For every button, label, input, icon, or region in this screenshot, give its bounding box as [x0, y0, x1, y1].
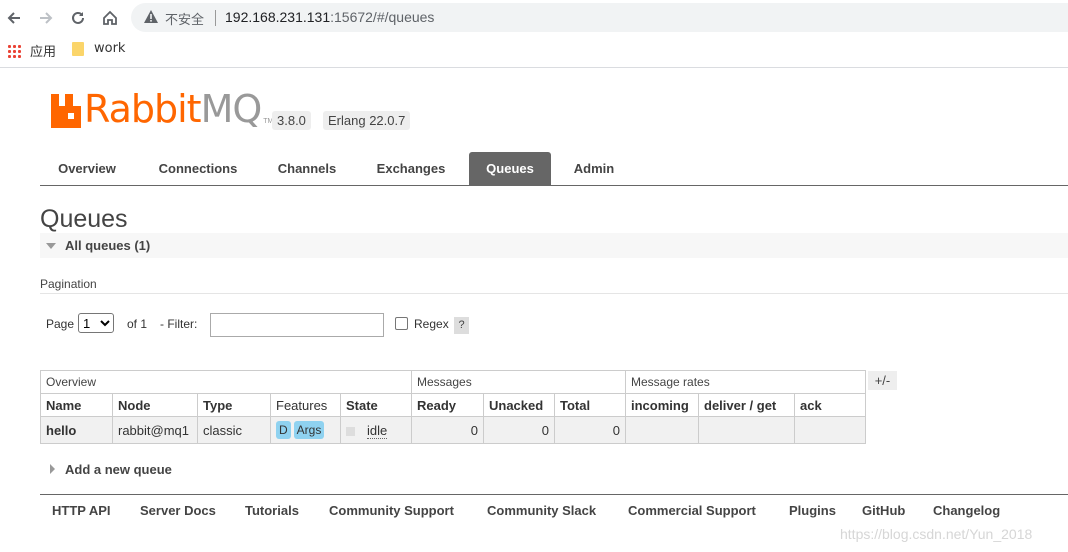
column-header-ready[interactable]: Ready: [411, 393, 484, 417]
tab-exchanges[interactable]: Exchanges: [362, 152, 460, 185]
footer-link-github[interactable]: GitHub: [862, 503, 905, 518]
column-header-name[interactable]: Name: [40, 393, 113, 417]
of-label: of 1: [127, 317, 148, 331]
feature-args-badge[interactable]: Args: [293, 421, 325, 439]
feature-durable-badge[interactable]: D: [276, 421, 291, 439]
footer-link-commercial-support[interactable]: Commercial Support: [628, 503, 756, 518]
column-header-total[interactable]: Total: [554, 393, 626, 417]
tab-queues[interactable]: Queues: [469, 152, 551, 185]
main-tabs: Overview Connections Channels Exchanges …: [40, 152, 1068, 186]
back-arrow-icon[interactable]: [2, 6, 26, 30]
tab-overview[interactable]: Overview: [40, 152, 134, 185]
queue-type: classic: [197, 416, 271, 444]
unacked-count: 0: [483, 416, 555, 444]
rabbitmq-logo[interactable]: Rabbit MQ TM: [51, 90, 273, 128]
bookmarks-bar: 应用 work: [0, 36, 1068, 68]
logo-mq: MQ: [200, 87, 263, 131]
erlang-badge: Erlang 22.0.7: [323, 111, 411, 130]
apps-grid-icon: [7, 43, 21, 58]
tab-connections[interactable]: Connections: [144, 152, 252, 185]
regex-checkbox[interactable]: [395, 317, 408, 330]
column-header-deliver-get[interactable]: deliver / get: [698, 393, 795, 417]
collapse-triangle-icon: [46, 243, 56, 249]
queue-name-link[interactable]: hello: [40, 416, 113, 444]
forward-arrow-icon[interactable]: [34, 6, 58, 30]
footer-link-changelog[interactable]: Changelog: [933, 503, 1000, 518]
filter-input[interactable]: [210, 313, 384, 337]
page-select[interactable]: 1: [78, 313, 114, 333]
footer-link-community-slack[interactable]: Community Slack: [487, 503, 596, 518]
regex-label: Regex: [414, 317, 449, 331]
state-label: idle: [367, 422, 388, 439]
bookmark-label: 应用: [30, 45, 57, 60]
url-host: 192.168.231.131: [225, 9, 331, 25]
footer-divider: [40, 494, 1068, 495]
home-icon[interactable]: [98, 6, 122, 30]
all-queues-section-header[interactable]: All queues (1): [40, 233, 1068, 258]
group-header-messages: Messages: [411, 370, 626, 394]
warning-icon[interactable]: [143, 9, 159, 30]
queues-table: Overview Messages Message rates Name Nod…: [40, 370, 866, 444]
browser-toolbar: 不安全 192.168.231.131:15672/#/queues: [0, 0, 1068, 36]
deliver-get-rate: [698, 416, 795, 444]
incoming-rate: [625, 416, 699, 444]
footer-link-http-api[interactable]: HTTP API: [52, 503, 111, 518]
column-header-features: Features: [270, 393, 341, 417]
bookmark-work[interactable]: work: [72, 41, 125, 56]
queue-node: rabbit@mq1: [112, 416, 198, 444]
help-button[interactable]: ?: [454, 317, 469, 334]
bookmark-label: work: [94, 41, 126, 56]
state-indicator-icon: [346, 426, 355, 436]
reload-icon[interactable]: [66, 6, 90, 30]
section-title: All queues (1): [65, 238, 151, 253]
table-row[interactable]: hello rabbit@mq1 classic D Args idle 0 0 …: [40, 416, 866, 444]
filter-label: - Filter:: [160, 317, 198, 331]
version-badge: 3.8.0: [272, 111, 311, 130]
address-bar[interactable]: 不安全 192.168.231.131:15672/#/queues: [131, 3, 1068, 32]
insecure-label: 不安全: [165, 13, 205, 28]
column-header-unacked[interactable]: Unacked: [483, 393, 555, 417]
ack-rate: [794, 416, 866, 444]
group-header-rates: Message rates: [625, 370, 866, 394]
column-header-node[interactable]: Node: [112, 393, 198, 417]
watermark: https://blog.csdn.net/Yun_2018: [840, 526, 1033, 542]
group-header-overview: Overview: [40, 370, 412, 394]
footer-link-tutorials[interactable]: Tutorials: [245, 503, 299, 518]
column-header-ack[interactable]: ack: [794, 393, 866, 417]
column-header-type[interactable]: Type: [197, 393, 271, 417]
url-text[interactable]: 192.168.231.131:15672/#/queues: [225, 9, 434, 25]
page-title: Queues: [40, 205, 128, 233]
columns-toggle-button[interactable]: +/-: [868, 371, 897, 390]
footer-link-server-docs[interactable]: Server Docs: [140, 503, 216, 518]
footer-link-community-support[interactable]: Community Support: [329, 503, 454, 518]
folder-icon: [72, 41, 84, 56]
tab-channels[interactable]: Channels: [262, 152, 352, 185]
logo-rabbit: Rabbit: [84, 87, 202, 131]
bookmark-apps[interactable]: 应用: [7, 41, 56, 60]
tab-admin[interactable]: Admin: [560, 152, 628, 185]
rabbit-logo-icon: [51, 94, 81, 128]
add-queue-section-toggle[interactable]: Add a new queue: [65, 462, 172, 477]
url-path: :15672/#/queues: [330, 9, 435, 25]
expand-triangle-icon: [50, 464, 55, 474]
column-header-state[interactable]: State: [340, 393, 412, 417]
footer-link-plugins[interactable]: Plugins: [789, 503, 836, 518]
pagination-label: Pagination: [40, 277, 97, 291]
column-header-incoming[interactable]: incoming: [625, 393, 699, 417]
page-label: Page: [46, 317, 75, 331]
queue-features: D Args: [270, 416, 341, 444]
queue-state: idle: [340, 416, 412, 444]
total-count: 0: [554, 416, 626, 444]
divider: [40, 293, 1068, 294]
ready-count: 0: [411, 416, 484, 444]
